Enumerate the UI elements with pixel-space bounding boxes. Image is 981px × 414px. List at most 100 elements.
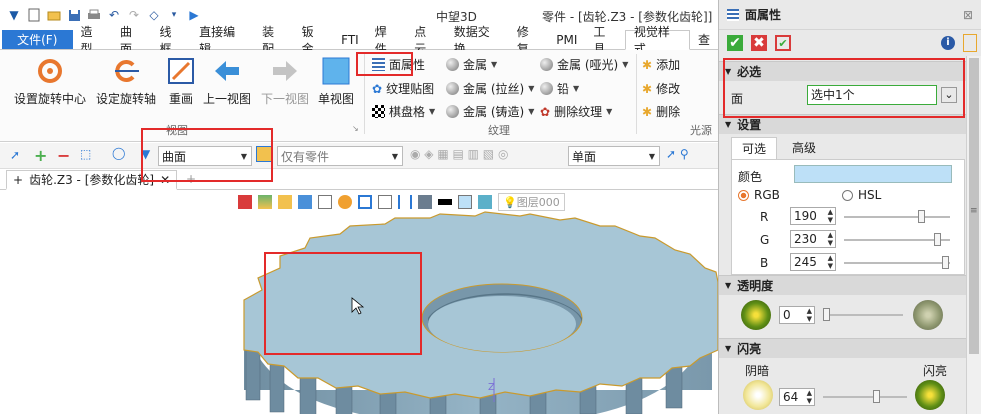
tab-weldment[interactable]: 焊件 xyxy=(367,25,407,56)
lead-button[interactable]: 铅 ▼ xyxy=(540,80,579,97)
filter-icon[interactable]: ▼ xyxy=(141,147,150,161)
set-rotation-axis-label: 设定旋转轴 xyxy=(96,92,157,106)
document-title: 零件 - [齿轮.Z3 - [参数化齿轮]] xyxy=(542,10,713,24)
lead-label: 铅 xyxy=(557,82,570,96)
tab-repair[interactable]: 修复 xyxy=(509,25,549,56)
apply-icon[interactable]: ✔ xyxy=(775,35,791,51)
set-rotation-axis-button[interactable]: 设定旋转轴 xyxy=(96,56,156,107)
b-slider-knob[interactable] xyxy=(942,256,949,269)
panel-scrollbar[interactable]: ≡ xyxy=(966,56,981,414)
tab-visual-style[interactable]: 视觉样式 xyxy=(624,25,690,56)
new-tab-icon[interactable]: + xyxy=(186,172,196,186)
select-arrow-icon[interactable]: ➚ xyxy=(10,148,20,162)
single-view-button[interactable]: 单视图 xyxy=(318,56,354,107)
shine-slider-knob[interactable] xyxy=(873,390,880,403)
help-icon[interactable] xyxy=(963,34,977,52)
r-spinner[interactable]: 190 ▲ ▼ xyxy=(790,207,836,225)
document-tab[interactable]: + 齿轮.Z3 - [参数化齿轮] ✕ xyxy=(6,170,178,190)
customize-qat-icon[interactable]: ▾ xyxy=(166,7,182,23)
double-chevron-down-icon[interactable]: ⌄ xyxy=(941,87,957,103)
previous-view-button[interactable]: 上一视图 xyxy=(203,56,251,107)
shine-slider[interactable] xyxy=(823,390,907,403)
minus-icon[interactable]: − xyxy=(57,146,70,165)
next-view-button[interactable]: 下一视图 xyxy=(261,56,309,107)
filter-combo[interactable]: 曲面 ▼ xyxy=(158,146,252,166)
confirm-icon[interactable]: ✔ xyxy=(727,35,743,51)
face-selection-field[interactable]: 选中1个 xyxy=(807,85,937,105)
g-slider[interactable] xyxy=(844,233,950,246)
tab-pmi[interactable]: PMI xyxy=(548,30,585,49)
file-menu-button[interactable]: 文件(F) xyxy=(2,30,73,49)
view-select-icon[interactable]: ◇ xyxy=(146,7,162,23)
settings-section-header[interactable]: ▼ 设置 xyxy=(719,114,967,134)
pin-icon[interactable]: + xyxy=(13,173,23,187)
tab-point-cloud[interactable]: 点云 xyxy=(406,25,446,56)
rgb-radio[interactable] xyxy=(738,190,749,201)
redo-icon[interactable]: ↷ xyxy=(126,7,142,23)
metal-brushed-button[interactable]: 金属 (拉丝) ▼ xyxy=(446,80,534,97)
metal-label: 金属 xyxy=(463,58,488,72)
part-only-combo[interactable]: 仅有零件 ▼ xyxy=(277,146,403,166)
face-properties-button[interactable]: 面属性 xyxy=(372,56,425,73)
r-slider[interactable] xyxy=(844,210,950,223)
3d-viewport[interactable]: 💡图层000 Z xyxy=(0,190,718,414)
metal-matte-button[interactable]: 金属 (哑光) ▼ xyxy=(540,56,628,73)
view-group-expand-icon[interactable]: ↘ xyxy=(352,124,359,133)
r-slider-knob[interactable] xyxy=(918,210,925,223)
transparency-section-header[interactable]: ▼ 透明度 xyxy=(719,275,967,295)
delete-light-button[interactable]: ✱ 删除 xyxy=(642,103,680,120)
info-icon[interactable]: i xyxy=(941,36,955,50)
box-select-icon[interactable]: ⬚ xyxy=(80,147,91,161)
add-icon[interactable]: + xyxy=(34,146,47,165)
tab-modeling[interactable]: 造型 xyxy=(73,25,113,56)
new-file-icon[interactable] xyxy=(26,7,42,23)
tab-optional[interactable]: 可选 xyxy=(731,137,777,159)
b-spinner[interactable]: 245 ▲ ▼ xyxy=(790,253,836,271)
tab-view[interactable]: 查 xyxy=(690,30,718,49)
app-logo-icon[interactable]: ▼ xyxy=(6,7,22,23)
metal-button[interactable]: 金属 ▼ xyxy=(446,56,497,73)
tab-wireframe[interactable]: 线框 xyxy=(152,25,192,56)
undo-icon[interactable]: ↶ xyxy=(106,7,122,23)
tab-direct-edit[interactable]: 直接编辑 xyxy=(191,25,254,56)
panel-close-icon[interactable]: ⊠ xyxy=(963,8,973,22)
cancel-icon[interactable]: ✖ xyxy=(751,35,767,51)
close-icon[interactable]: ✕ xyxy=(160,173,170,187)
tab-fti[interactable]: FTI xyxy=(333,30,367,49)
tab-sheet-metal[interactable]: 钣金 xyxy=(294,25,334,56)
checkerboard-button[interactable]: 棋盘格 ▼ xyxy=(372,103,435,120)
delete-texture-button[interactable]: ✿ 删除纹理 ▼ xyxy=(540,103,612,120)
pick-filter-icon[interactable] xyxy=(256,146,272,162)
open-file-icon[interactable] xyxy=(46,7,62,23)
hsl-radio[interactable] xyxy=(842,190,853,201)
texture-map-button[interactable]: ✿ 纹理贴图 xyxy=(372,80,434,97)
tab-data-exchange[interactable]: 数据交换 xyxy=(446,25,509,56)
tab-assembly[interactable]: 装配 xyxy=(254,25,294,56)
save-icon[interactable] xyxy=(66,7,82,23)
transparency-spinner[interactable]: 0 ▲ ▼ xyxy=(779,306,815,324)
redraw-button[interactable]: 重画 xyxy=(166,56,196,107)
add-light-button[interactable]: ✱ 添加 xyxy=(642,56,680,73)
g-slider-knob[interactable] xyxy=(934,233,941,246)
snap-icon[interactable]: ◉ ◈ ▦ ▤ ▥ ▧ ◎ xyxy=(410,147,508,161)
tab-surface[interactable]: 曲面 xyxy=(112,25,152,56)
required-section-header[interactable]: ▼ 必选 xyxy=(719,61,967,81)
tab-tools[interactable]: 工具 xyxy=(585,25,625,56)
pick-tools-icon[interactable]: ➚ ⚲ xyxy=(666,147,689,161)
tab-advanced[interactable]: 高级 xyxy=(781,137,827,159)
shine-spinner[interactable]: 64 ▲ ▼ xyxy=(779,388,815,406)
print-icon[interactable] xyxy=(86,7,102,23)
play-icon[interactable]: ▶ xyxy=(186,7,202,23)
transparency-slider[interactable] xyxy=(823,308,903,321)
lasso-icon[interactable]: ◯ xyxy=(112,146,125,160)
g-spinner[interactable]: 230 ▲ ▼ xyxy=(790,230,836,248)
color-swatch[interactable] xyxy=(794,165,952,183)
modify-light-button[interactable]: ✱ 修改 xyxy=(642,80,680,97)
set-rotation-center-button[interactable]: 设置旋转中心 xyxy=(14,56,86,107)
metal-cast-button[interactable]: 金属 (铸造) ▼ xyxy=(446,103,534,120)
shine-section-header[interactable]: ▼ 闪亮 xyxy=(719,338,967,358)
transparency-slider-knob[interactable] xyxy=(823,308,830,321)
gear-model[interactable]: Z xyxy=(0,190,718,414)
view-combo[interactable]: 单面 ▼ xyxy=(568,146,660,166)
b-slider[interactable] xyxy=(844,256,950,269)
